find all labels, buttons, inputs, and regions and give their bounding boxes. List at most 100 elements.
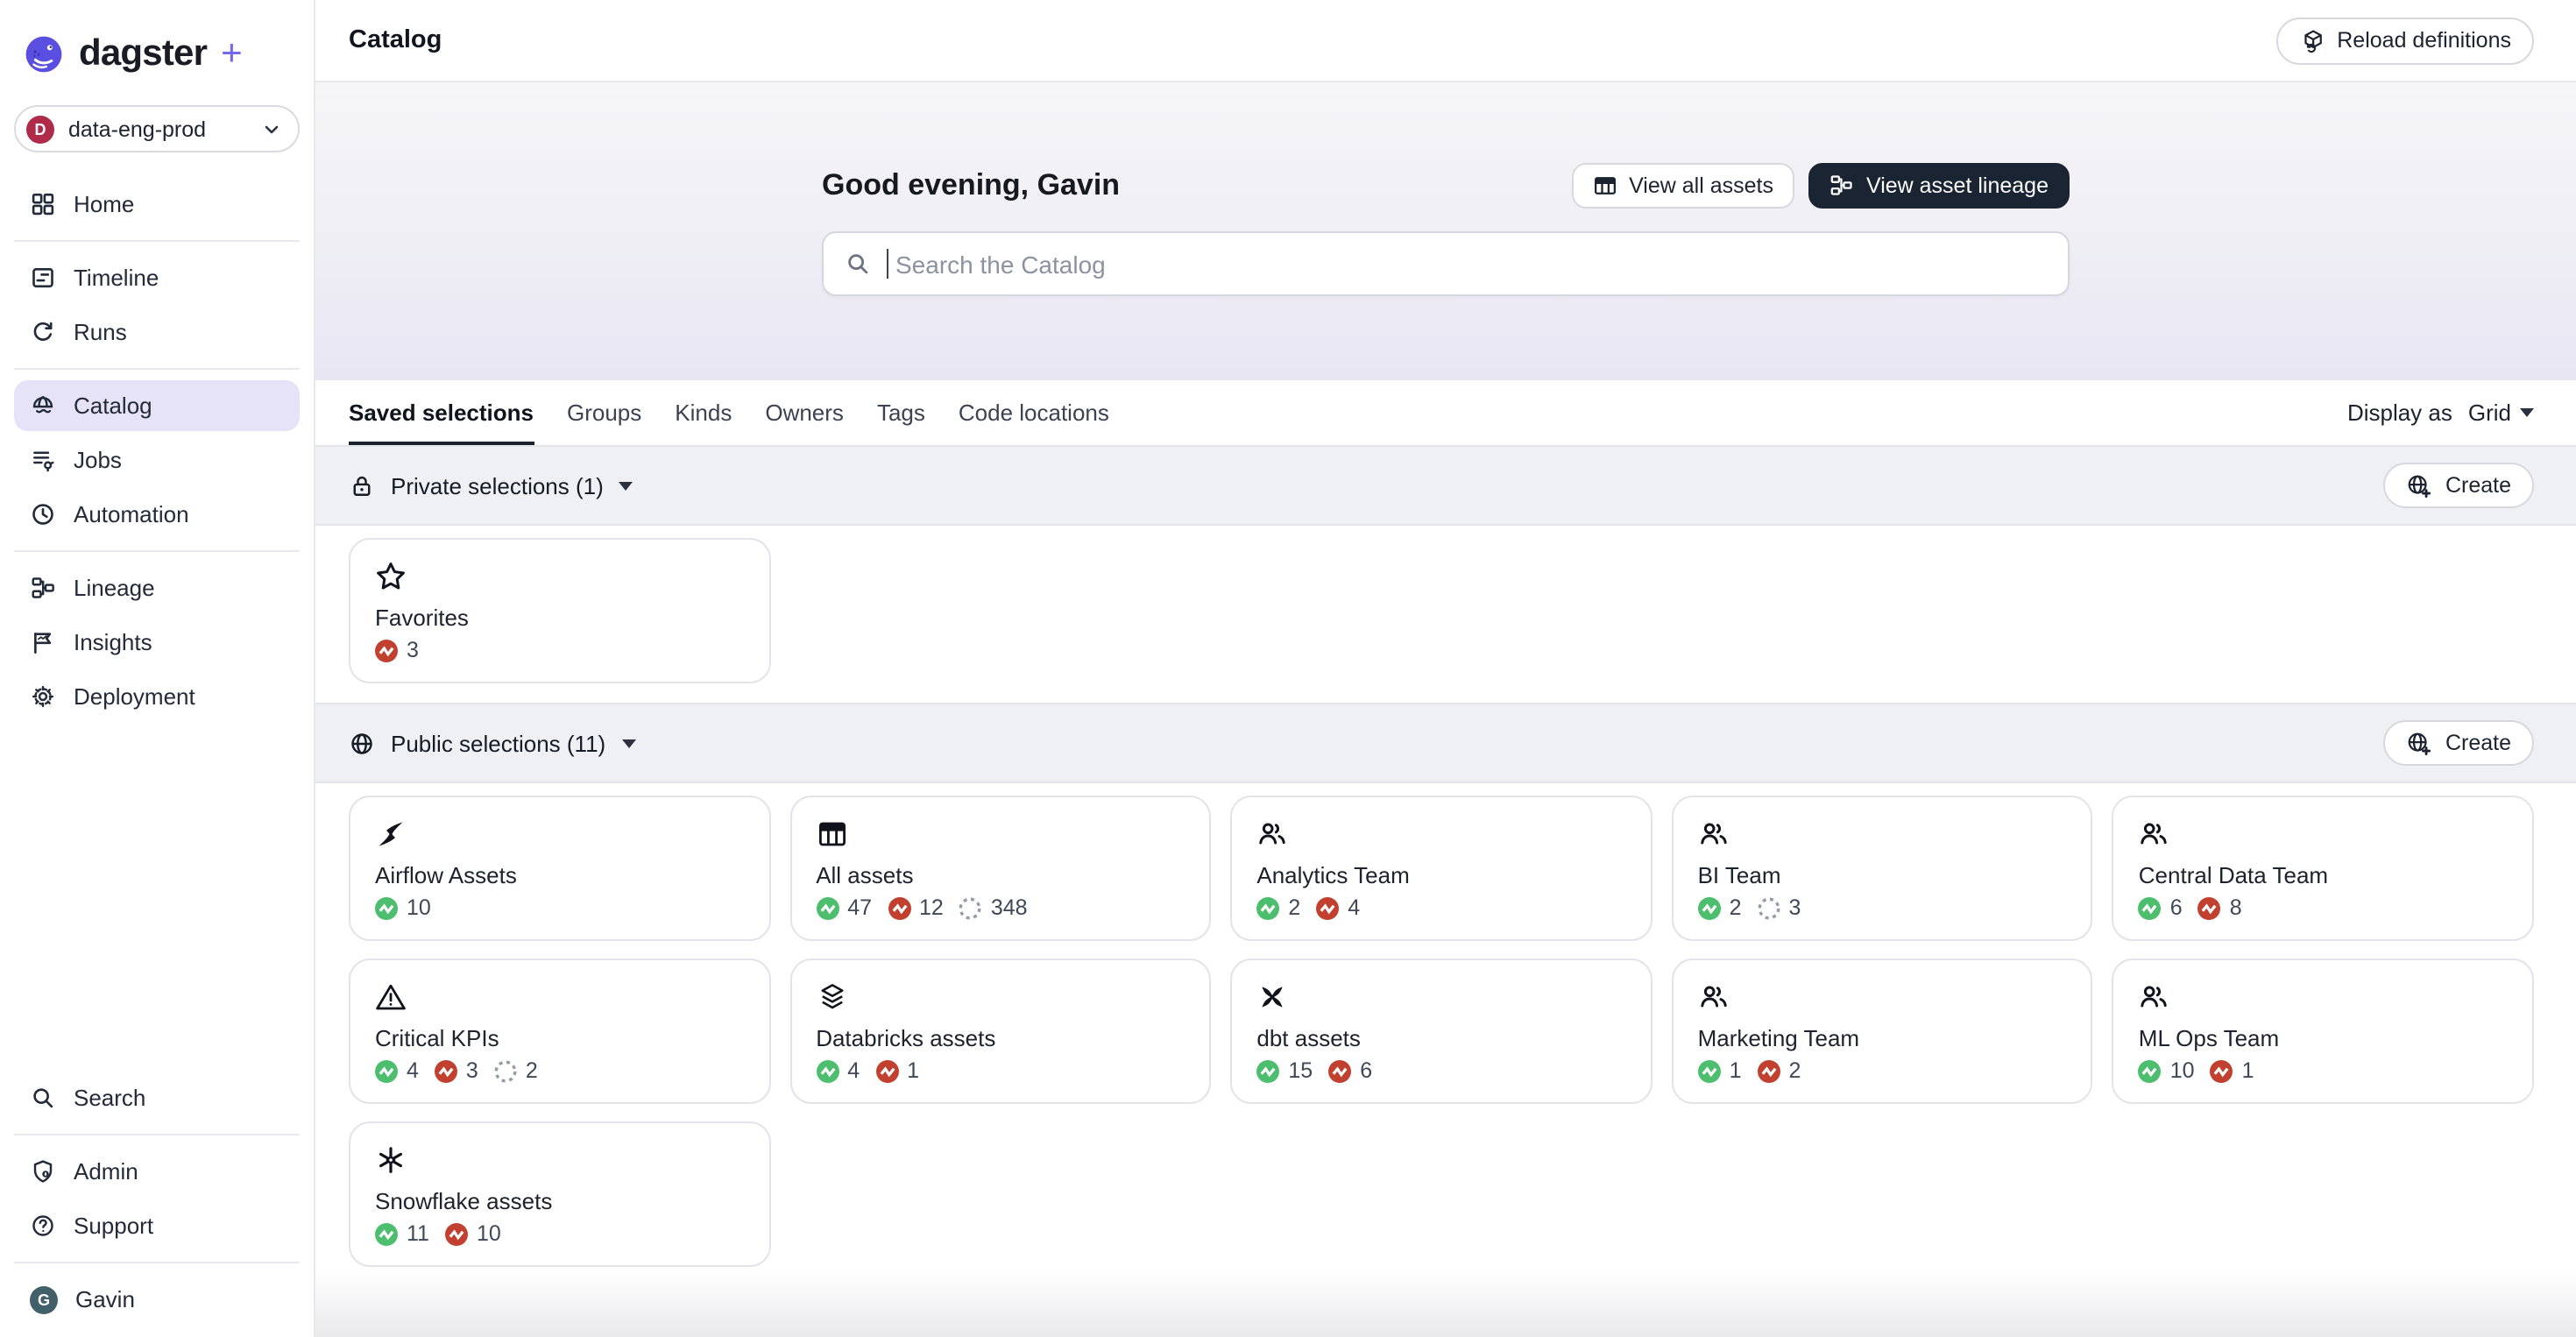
- selection-card[interactable]: Databricks assets 4 1: [789, 959, 1212, 1104]
- selection-card-favorites[interactable]: Favorites 3: [349, 538, 771, 683]
- selection-card[interactable]: dbt assets 15 6: [1230, 959, 1652, 1104]
- sidebar-item-admin[interactable]: Admin: [14, 1146, 300, 1197]
- status-count: 3: [465, 1058, 478, 1083]
- status-badge: [888, 896, 910, 919]
- brand[interactable]: dagster +: [0, 0, 314, 102]
- user-name-label: Gavin: [75, 1286, 135, 1312]
- airflow-icon: [375, 818, 744, 850]
- sidebar-item-runs[interactable]: Runs: [14, 307, 300, 357]
- status-badge: [2197, 896, 2221, 919]
- sidebar-item-label: Deployment: [74, 683, 195, 710]
- status-count: 2: [1288, 895, 1301, 920]
- lineage-icon: [1829, 173, 1854, 198]
- question-circle-icon: [30, 1213, 56, 1239]
- status-stat: 2: [1256, 895, 1300, 920]
- selection-card[interactable]: Snowflake assets 11 10: [349, 1121, 771, 1267]
- warning-icon: [375, 981, 744, 1013]
- sidebar-item-timeline[interactable]: Timeline: [14, 252, 300, 303]
- sidebar-item-automation[interactable]: Automation: [14, 489, 300, 540]
- create-public-selection-button[interactable]: Create: [2383, 720, 2534, 766]
- tab-groups[interactable]: Groups: [567, 380, 641, 445]
- sidebar-item-user[interactable]: G Gavin: [14, 1274, 300, 1325]
- tab-kinds[interactable]: Kinds: [675, 380, 732, 445]
- status-stat: 10: [2138, 1058, 2195, 1083]
- selection-card[interactable]: Critical KPIs 4 3 2: [349, 959, 771, 1104]
- sidebar-item-home[interactable]: Home: [14, 179, 300, 230]
- status-count: 348: [990, 895, 1028, 920]
- private-selections-toggle[interactable]: Private selections (1): [349, 472, 633, 499]
- grid-icon: [30, 191, 56, 217]
- status-stat: 2: [494, 1058, 538, 1083]
- people-icon: [1698, 818, 2067, 850]
- status-stat: 6: [2138, 895, 2183, 920]
- status-badge: [875, 1059, 899, 1082]
- catalog-tabs: Saved selections Groups Kinds Owners Tag…: [315, 380, 2576, 445]
- text-cursor: [887, 249, 888, 279]
- tab-saved-selections[interactable]: Saved selections: [349, 380, 534, 445]
- deployment-label: data-eng-prod: [68, 117, 207, 141]
- private-selections-header: Private selections (1) Create: [315, 445, 2576, 526]
- caret-down-icon: [621, 739, 636, 747]
- selection-card[interactable]: BI Team 2 3: [1671, 796, 2093, 941]
- catalog-search-box[interactable]: [822, 231, 2070, 296]
- divider: [14, 1262, 300, 1263]
- sidebar-item-lineage[interactable]: Lineage: [14, 562, 300, 613]
- sidebar-item-jobs[interactable]: Jobs: [14, 435, 300, 485]
- status-stat: 15: [1256, 1058, 1313, 1083]
- globe-plus-icon: [2407, 472, 2433, 499]
- divider: [14, 368, 300, 370]
- sidebar-item-label: Jobs: [74, 447, 122, 473]
- deployment-selector[interactable]: D data-eng-prod: [14, 105, 300, 152]
- sidebar-item-catalog[interactable]: Catalog: [14, 380, 300, 431]
- people-icon: [2139, 818, 2508, 850]
- catalog-icon: [30, 393, 56, 419]
- status-count: 47: [847, 895, 872, 920]
- status-badge: [2138, 1059, 2162, 1082]
- card-stats: 12: [1697, 1058, 2067, 1083]
- status-badge: [375, 896, 398, 919]
- sidebar-item-label: Insights: [74, 629, 152, 655]
- selection-card[interactable]: Marketing Team 1 2: [1671, 959, 2093, 1104]
- status-count: 8: [2229, 895, 2242, 920]
- tab-owners[interactable]: Owners: [765, 380, 844, 445]
- card-title: All assets: [816, 862, 914, 888]
- status-count: 10: [2169, 1058, 2195, 1083]
- sidebar-item-search[interactable]: Search: [14, 1072, 300, 1123]
- clock-icon: [30, 501, 56, 527]
- deployment-avatar: D: [26, 115, 54, 143]
- status-count: 6: [1360, 1058, 1373, 1083]
- timeline-icon: [30, 265, 56, 291]
- display-as-dropdown[interactable]: Grid: [2468, 400, 2534, 426]
- selection-card[interactable]: All assets 47 12 348: [789, 796, 1212, 941]
- selection-card[interactable]: ML Ops Team 10 1: [2112, 959, 2534, 1104]
- view-all-assets-button[interactable]: View all assets: [1571, 163, 1794, 209]
- selection-card[interactable]: Airflow Assets 10: [349, 796, 771, 941]
- status-badge: [1757, 1059, 1780, 1082]
- table-grid-icon: [1592, 173, 1617, 198]
- card-title: ML Ops Team: [2138, 1025, 2280, 1051]
- status-badge: [2138, 896, 2162, 919]
- tab-tags[interactable]: Tags: [877, 380, 925, 445]
- selection-card[interactable]: Analytics Team 2 4: [1230, 796, 1652, 941]
- tab-code-locations[interactable]: Code locations: [959, 380, 1109, 445]
- status-badge: [2210, 1059, 2233, 1082]
- status-count: 10: [407, 895, 431, 920]
- selection-card[interactable]: Central Data Team 6 8: [2112, 796, 2534, 941]
- status-count: 12: [919, 895, 944, 920]
- status-stat: 4: [375, 1058, 419, 1083]
- public-selections-grid: Airflow Assets 10 All assets 47 12 348 Analyti…: [315, 783, 2576, 1286]
- tab-label: Groups: [567, 400, 642, 426]
- reload-definitions-button[interactable]: Reload definitions: [2275, 17, 2534, 64]
- sidebar-item-insights[interactable]: Insights: [14, 617, 300, 668]
- create-private-selection-button[interactable]: Create: [2383, 463, 2534, 508]
- insights-icon: [30, 629, 56, 655]
- search-input[interactable]: [895, 250, 2047, 278]
- status-stat: 1: [875, 1058, 919, 1083]
- caret-down-icon: [619, 481, 633, 490]
- status-badge: [375, 1222, 398, 1245]
- sidebar-item-deployment[interactable]: Deployment: [14, 671, 300, 722]
- sidebar-item-support[interactable]: Support: [14, 1200, 300, 1251]
- cube-reload-icon: [2298, 27, 2325, 53]
- view-asset-lineage-button[interactable]: View asset lineage: [1808, 163, 2070, 209]
- public-selections-toggle[interactable]: Public selections (11): [349, 730, 636, 756]
